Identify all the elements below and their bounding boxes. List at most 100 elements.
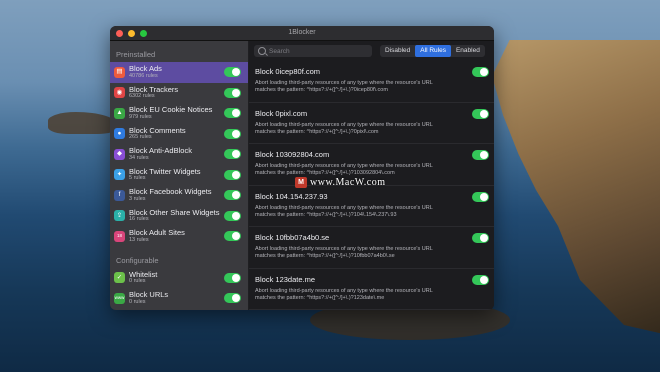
sidebar-item[interactable]: ◉ Block Trackers 6302 rules [110, 83, 248, 104]
rule-row[interactable]: Block 104.154.237.93 Abort loading third-… [249, 186, 494, 227]
title-bar: 1Blocker [110, 26, 494, 41]
enable-toggle[interactable] [224, 108, 241, 118]
enable-toggle[interactable] [224, 169, 241, 180]
toolbar: Disabled All Rules Enabled [249, 41, 494, 61]
rule-enable-toggle[interactable] [472, 191, 489, 202]
search-input[interactable] [269, 47, 369, 55]
rule-description-line: Abort loading third-party resources of a… [255, 121, 433, 128]
rule-description-line: Abort loading third-party resources of a… [255, 287, 433, 294]
enable-toggle[interactable] [224, 231, 241, 241]
sidebar-item[interactable]: ▲ Block EU Cookie Notices 979 rules [110, 103, 248, 124]
wallpaper-island-left [48, 112, 118, 134]
rule-title: Block 0icep80f.com [255, 67, 321, 76]
url-icon: www [114, 292, 125, 304]
sidebar-item-label: Block Facebook Widgets [129, 187, 212, 197]
sidebar-item[interactable]: ▤ Block Ads 40786 rules [110, 62, 248, 83]
sidebar-item-text: Block Anti-AdBlock 34 rules [129, 147, 192, 161]
sidebar-item-label: Block Adult Sites [129, 228, 185, 238]
enable-toggle[interactable] [224, 149, 241, 159]
rule-description: Abort loading third-party resources of a… [255, 163, 475, 178]
share-icon: ⇪ [114, 210, 125, 222]
watermark-logo-icon: M [295, 177, 307, 188]
rule-row[interactable]: Block 0pixl.com Abort loading third-party… [249, 103, 494, 144]
sidebar-item-label: Whitelist [129, 269, 158, 279]
sidebar-item-label: Block Trackers [129, 84, 179, 94]
enable-toggle[interactable] [224, 87, 241, 98]
sidebar-item-rule-count: 3 rules [129, 195, 146, 202]
sidebar: Preinstalled ▤ Block Ads 40786 rules ◉ Block… [110, 41, 248, 310]
enable-toggle[interactable] [224, 67, 241, 77]
enable-toggle[interactable] [224, 293, 241, 303]
rule-row[interactable]: Block 10fbb07a4b0.se Abort loading third-… [249, 227, 494, 269]
window-title: 1Blocker [288, 29, 316, 36]
sidebar-item-label: Block EU Cookie Notices [129, 105, 213, 115]
sidebar-item[interactable]: ⇪ Block Other Share Widgets 16 rules [110, 206, 248, 227]
sidebar-item-rule-count: 40786 rules [129, 72, 158, 79]
wallpaper-island-right [492, 40, 660, 340]
rule-description: Abort loading third-party resources of a… [255, 80, 475, 95]
rule-description-line: matches the pattern: ^https?://+([^:/]+\… [255, 211, 397, 218]
filter-segmented-control: Disabled All Rules Enabled [380, 44, 485, 57]
rule-row[interactable]: Block 0icep80f.com Abort loading third-pa… [249, 61, 494, 103]
filter-all-rules[interactable]: All Rules [415, 44, 451, 57]
rule-enable-toggle[interactable] [472, 108, 489, 119]
search-icon [258, 47, 266, 55]
search-field[interactable] [254, 45, 372, 57]
sidebar-item[interactable]: ✓ Whitelist 0 rules [110, 268, 248, 289]
rule-description: Abort loading third-party resources of a… [255, 122, 475, 137]
sidebar-item-rule-count: 6302 rules [129, 93, 155, 100]
rule-description-line: Abort loading third-party resources of a… [255, 246, 433, 252]
rule-title: Block 10fbb07a4b0.se [255, 233, 330, 242]
sidebar-item-text: Block Adult Sites 13 rules [129, 229, 185, 243]
rule-description-line: Abort loading third-party resources of a… [255, 204, 433, 211]
rule-description-line: matches the pattern: ^https?://+([^:/]+\… [255, 253, 395, 260]
rule-description: Abort loading third-party resources of a… [255, 288, 475, 303]
sidebar-item[interactable]: f Block Facebook Widgets 3 rules [110, 185, 248, 206]
sidebar-item-label: Block Ads [129, 64, 162, 74]
rule-enable-toggle[interactable] [472, 274, 489, 285]
sidebar-item-text: Block URLs 0 rules [129, 291, 168, 305]
enable-toggle[interactable] [224, 128, 241, 139]
rule-description-line: matches the pattern: ^https?://+([^:/]+\… [255, 128, 379, 135]
enable-toggle[interactable] [224, 272, 241, 283]
sidebar-item-rule-count: 34 rules [129, 154, 149, 161]
ads-icon: ▤ [114, 66, 125, 78]
sidebar-item[interactable]: www Block URLs 0 rules [110, 288, 248, 309]
rule-description: Abort loading third-party resources of a… [255, 205, 475, 220]
sidebar-item-text: Block Other Share Widgets 16 rules [129, 209, 219, 223]
sidebar-item-rule-count: 0 rules [129, 298, 146, 305]
sidebar-item-rule-count: 5 rules [129, 175, 146, 182]
antiadblock-icon: ◆ [114, 148, 125, 160]
rule-title: Block 123date.me [255, 274, 316, 284]
tracker-icon: ◉ [114, 87, 125, 99]
sidebar-item[interactable]: ◆ Block Anti-AdBlock 34 rules [110, 144, 248, 165]
twitter-icon: ✦ [114, 169, 125, 181]
rule-row[interactable]: Block 123date.me Abort loading third-part… [249, 269, 494, 310]
sidebar-item-label: Block Other Share Widgets [129, 207, 220, 217]
filter-enabled[interactable]: Enabled [451, 45, 485, 57]
filter-disabled[interactable]: Disabled [380, 45, 415, 57]
enable-toggle[interactable] [224, 190, 241, 200]
rules-pane: Disabled All Rules Enabled Block 0icep80… [249, 41, 494, 310]
sidebar-item[interactable]: ● Block Comments 265 rules [110, 124, 248, 145]
sidebar-item[interactable]: ✦ Block Twitter Widgets 5 rules [110, 165, 248, 186]
sidebar-item-label: Block Twitter Widgets [129, 166, 201, 176]
rule-description-line: matches the pattern: ^https?://+([^:/]+\… [255, 294, 385, 301]
sidebar-item-label: Block URLs [129, 290, 169, 300]
sidebar-item-rule-count: 0 rules [129, 278, 146, 285]
sidebar-item-text: Block Comments 265 rules [129, 127, 186, 141]
rule-enable-toggle[interactable] [472, 233, 489, 243]
sidebar-item-rule-count: 16 rules [129, 216, 149, 223]
watermark-text: www.MacW.com [310, 177, 386, 188]
sidebar-item-text: Block Twitter Widgets 5 rules [129, 168, 201, 182]
enable-toggle[interactable] [224, 210, 241, 221]
sidebar-item-text: Block EU Cookie Notices 979 rules [129, 106, 212, 120]
watermark: M www.MacW.com [295, 177, 386, 188]
sidebar-item-text: Block Ads 40786 rules [129, 65, 162, 79]
sidebar-item-rule-count: 13 rules [129, 236, 149, 243]
section-preinstalled: Preinstalled [116, 50, 156, 59]
rule-enable-toggle[interactable] [472, 150, 489, 160]
sidebar-item[interactable]: 18 Block Adult Sites 13 rules [110, 226, 248, 247]
sidebar-item-label: Block Anti-AdBlock [129, 146, 192, 156]
rule-enable-toggle[interactable] [472, 67, 489, 77]
